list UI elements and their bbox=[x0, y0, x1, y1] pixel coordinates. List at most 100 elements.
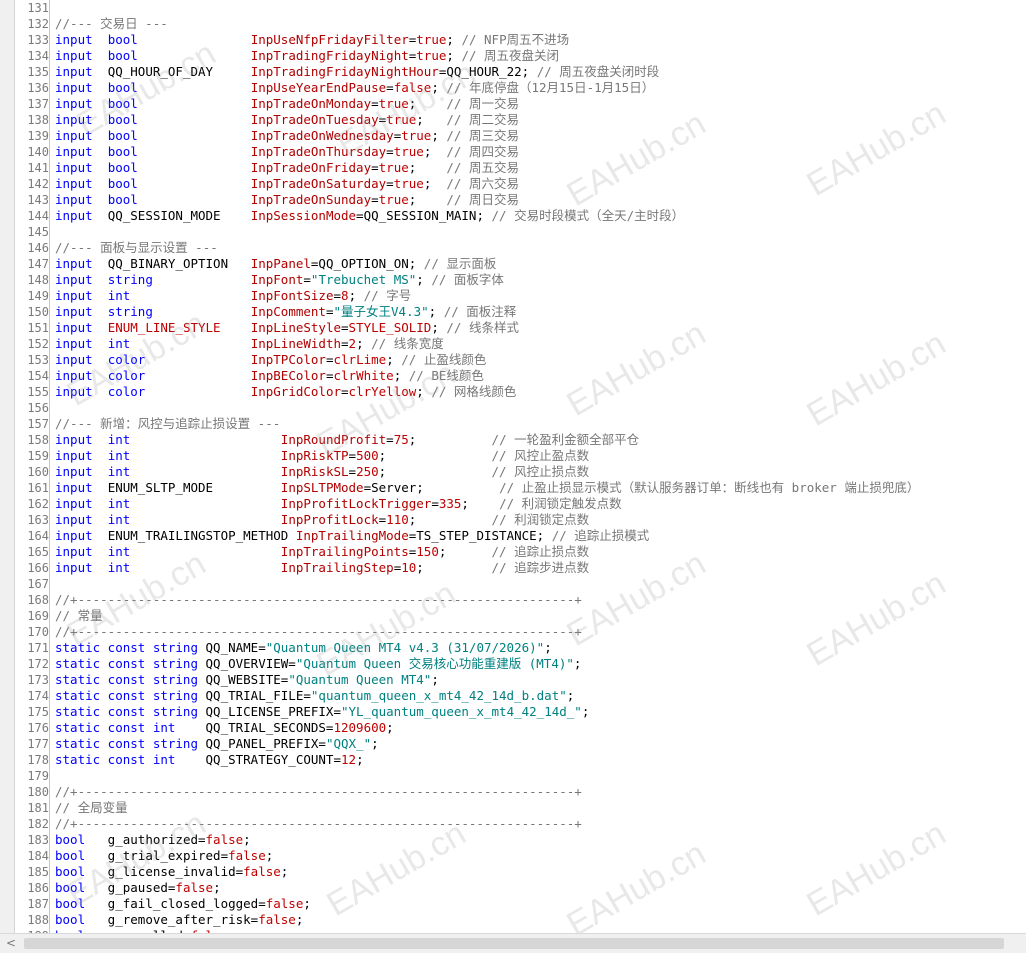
code-line[interactable]: 148 input string InpFont="Trebuchet MS"; … bbox=[0, 272, 1026, 288]
code-token: = bbox=[386, 432, 394, 447]
code-line[interactable]: 135 input QQ_HOUR_OF_DAY InpTradingFriday… bbox=[0, 64, 1026, 80]
code-line[interactable]: 143 input bool InpTradeOnSunday=true; // … bbox=[0, 192, 1026, 208]
horizontal-scrollbar[interactable]: < bbox=[0, 933, 1026, 953]
code-line[interactable]: 147 input QQ_BINARY_OPTION InpPanel=QQ_OP… bbox=[0, 256, 1026, 272]
code-line[interactable]: 170 //+----------------------------------… bbox=[0, 624, 1026, 640]
code-line[interactable]: 142 input bool InpTradeOnSaturday=true; /… bbox=[0, 176, 1026, 192]
code-token: g_license_invalid= bbox=[85, 864, 244, 879]
code-editor[interactable]: 131 132 //--- 交易日 --- 133 input bool InpUseN… bbox=[0, 0, 1026, 933]
line-number: 165 bbox=[27, 545, 49, 559]
code-line[interactable]: 144 input QQ_SESSION_MODE InpSessionMode=… bbox=[0, 208, 1026, 224]
code-line[interactable]: 171 static const string QQ_NAME="Quantum … bbox=[0, 640, 1026, 656]
code-text: // 常量 bbox=[55, 608, 103, 624]
code-line[interactable]: 136 input bool InpUseYearEndPause=false; … bbox=[0, 80, 1026, 96]
code-line[interactable]: 132 //--- 交易日 --- bbox=[0, 16, 1026, 32]
code-line[interactable]: 151 input ENUM_LINE_STYLE InpLineStyle=ST… bbox=[0, 320, 1026, 336]
code-text: //+-------------------------------------… bbox=[55, 784, 582, 800]
code-line[interactable]: 178 static const int QQ_STRATEGY_COUNT=12… bbox=[0, 752, 1026, 768]
code-line[interactable]: 133 input bool InpUseNfpFridayFilter=true… bbox=[0, 32, 1026, 48]
code-line[interactable]: 186 bool g_paused=false; bbox=[0, 880, 1026, 896]
code-line[interactable]: 159 input int InpRiskTP=500; // 风控止盈点数 bbox=[0, 448, 1026, 464]
code-line[interactable]: 146 //--- 面板与显示设置 --- bbox=[0, 240, 1026, 256]
code-line[interactable]: 163 input int InpProfitLock=110; // 利润锁定点… bbox=[0, 512, 1026, 528]
code-line[interactable]: 168 //+----------------------------------… bbox=[0, 592, 1026, 608]
code-token: InpGridColor bbox=[250, 384, 342, 399]
code-line[interactable]: 182 //+----------------------------------… bbox=[0, 816, 1026, 832]
line-number: 136 bbox=[27, 81, 49, 95]
code-line[interactable]: 156 bbox=[0, 400, 1026, 416]
code-line[interactable]: 188 bool g_remove_after_risk=false; bbox=[0, 912, 1026, 928]
code-token: 110 bbox=[386, 512, 409, 527]
code-token: ; bbox=[573, 656, 582, 671]
code-line[interactable]: 183 bool g_authorized=false; bbox=[0, 832, 1026, 848]
code-line[interactable]: 131 bbox=[0, 0, 1026, 16]
code-token: ; bbox=[431, 128, 447, 143]
code-token: InpUseYearEndPause bbox=[250, 80, 387, 95]
code-line[interactable]: 185 bool g_license_invalid=false; bbox=[0, 864, 1026, 880]
code-area[interactable]: 131 132 //--- 交易日 --- 133 input bool InpUseN… bbox=[0, 0, 1026, 933]
code-token: //+-------------------------------------… bbox=[55, 624, 582, 639]
code-line[interactable]: 175 static const string QQ_LICENSE_PREFIX… bbox=[0, 704, 1026, 720]
line-number: 135 bbox=[27, 65, 49, 79]
code-token: ; bbox=[243, 832, 251, 847]
code-line[interactable]: 149 input int InpFontSize=8; // 字号 bbox=[0, 288, 1026, 304]
code-line[interactable]: 172 static const string QQ_OVERVIEW="Quan… bbox=[0, 656, 1026, 672]
code-line[interactable]: 173 static const string QQ_WEBSITE="Quant… bbox=[0, 672, 1026, 688]
code-token: bool bbox=[107, 80, 138, 95]
code-text: input int InpLineWidth=2; // 线条宽度 bbox=[55, 336, 444, 352]
code-line[interactable]: 166 input int InpTrailingStep=10; // 追踪步进… bbox=[0, 560, 1026, 576]
code-token: true bbox=[378, 192, 409, 207]
code-line[interactable]: 138 input bool InpTradeOnTuesday=true; //… bbox=[0, 112, 1026, 128]
code-line[interactable]: 161 input ENUM_SLTP_MODE InpSLTPMode=Serv… bbox=[0, 480, 1026, 496]
code-token: bool bbox=[55, 896, 86, 911]
code-token: ; bbox=[408, 192, 447, 207]
code-token: 75 bbox=[393, 432, 409, 447]
code-token: bool bbox=[107, 48, 138, 63]
line-number: 151 bbox=[27, 321, 49, 335]
code-line[interactable]: 139 input bool InpTradeOnWednesday=true; … bbox=[0, 128, 1026, 144]
code-token: // 周四交易 bbox=[446, 144, 519, 159]
code-line[interactable]: 184 bool g_trial_expired=false; bbox=[0, 848, 1026, 864]
code-line[interactable]: 179 bbox=[0, 768, 1026, 784]
code-line[interactable]: 162 input int InpProfitLockTrigger=335; /… bbox=[0, 496, 1026, 512]
code-token: InpPanel bbox=[250, 256, 311, 271]
code-line[interactable]: 153 input color InpTPColor=clrLime; // 止盈… bbox=[0, 352, 1026, 368]
scrollbar-thumb[interactable] bbox=[24, 938, 1004, 949]
code-text: //+-------------------------------------… bbox=[55, 624, 582, 640]
code-line[interactable]: 150 input string InpComment="量子女王V4.3"; /… bbox=[0, 304, 1026, 320]
code-line[interactable]: 152 input int InpLineWidth=2; // 线条宽度 bbox=[0, 336, 1026, 352]
code-token: InpTradeOnMonday bbox=[250, 96, 372, 111]
code-line[interactable]: 187 bool g_fail_closed_logged=false; bbox=[0, 896, 1026, 912]
code-line[interactable]: 174 static const string QQ_TRIAL_FILE="qu… bbox=[0, 688, 1026, 704]
code-line[interactable]: 169 // 常量 bbox=[0, 608, 1026, 624]
code-token: // 网格线颜色 bbox=[431, 384, 517, 399]
code-line[interactable]: 145 bbox=[0, 224, 1026, 240]
code-line[interactable]: 181 // 全局变量 bbox=[0, 800, 1026, 816]
scroll-left-arrow-icon[interactable]: < bbox=[6, 936, 16, 950]
code-line[interactable]: 154 input color InpBEColor=clrWhite; // B… bbox=[0, 368, 1026, 384]
code-line[interactable]: 137 input bool InpTradeOnMonday=true; // … bbox=[0, 96, 1026, 112]
code-line[interactable]: 157 //--- 新增：风控与追踪止损设置 --- bbox=[0, 416, 1026, 432]
code-token: = bbox=[325, 352, 334, 367]
code-token: input bbox=[55, 512, 93, 527]
code-token: // 面板字体 bbox=[431, 272, 504, 287]
code-line[interactable]: 160 input int InpRiskSL=250; // 风控止损点数 bbox=[0, 464, 1026, 480]
code-line[interactable]: 164 input ENUM_TRAILINGSTOP_METHOD InpTra… bbox=[0, 528, 1026, 544]
code-line[interactable]: 176 static const int QQ_TRIAL_SECONDS=120… bbox=[0, 720, 1026, 736]
code-line[interactable]: 167 bbox=[0, 576, 1026, 592]
code-line[interactable]: 180 //+----------------------------------… bbox=[0, 784, 1026, 800]
code-line[interactable]: 155 input color InpGridColor=clrYellow; /… bbox=[0, 384, 1026, 400]
code-token: //+-------------------------------------… bbox=[55, 816, 582, 831]
code-line[interactable]: 141 input bool InpTradeOnFriday=true; // … bbox=[0, 160, 1026, 176]
code-line[interactable]: 158 input int InpRoundProfit=75; // 一轮盈利金… bbox=[0, 432, 1026, 448]
code-line[interactable]: 134 input bool InpTradingFridayNight=true… bbox=[0, 48, 1026, 64]
code-line[interactable]: 140 input bool InpTradeOnThursday=true; /… bbox=[0, 144, 1026, 160]
code-text: //--- 交易日 --- bbox=[55, 16, 168, 32]
code-token: "Quantum Queen 交易核心功能重建版 (MT4)" bbox=[295, 656, 574, 671]
code-line[interactable]: 165 input int InpTrailingPoints=150; // 追… bbox=[0, 544, 1026, 560]
code-line[interactable]: 177 static const string QQ_PANEL_PREFIX="… bbox=[0, 736, 1026, 752]
